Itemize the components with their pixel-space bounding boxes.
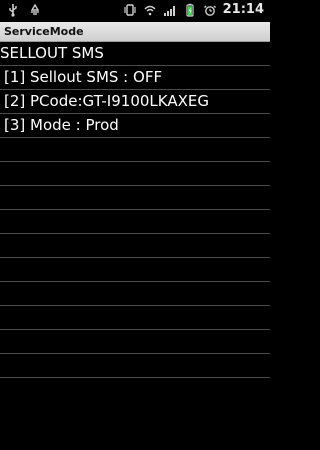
status-bar: 21:14 — [0, 0, 270, 22]
page-title: ServiceMode — [4, 25, 84, 38]
signal-icon — [163, 3, 177, 17]
list-item-text: [1] Sellout SMS : OFF — [4, 68, 163, 86]
status-time: 21:14 — [222, 2, 264, 17]
list-item-text: [3] Mode : Prod — [4, 116, 119, 134]
list-item — [0, 306, 270, 330]
list-item — [0, 234, 270, 258]
list-item — [0, 330, 270, 354]
vibrate-icon — [123, 3, 137, 17]
recycle-icon — [28, 3, 42, 17]
list-item — [0, 186, 270, 210]
alarm-icon — [203, 3, 217, 17]
list-item: SELLOUT SMS — [0, 42, 270, 66]
list-item — [0, 162, 270, 186]
list-item — [0, 138, 270, 162]
status-right-icons: 21:14 — [123, 2, 264, 18]
status-left-icons — [6, 3, 42, 17]
wifi-icon — [143, 3, 157, 17]
list-item-text: [2] PCode:GT-I9100LKAXEG — [4, 92, 209, 110]
list-item[interactable]: [1] Sellout SMS : OFF — [0, 66, 270, 90]
battery-icon — [183, 3, 197, 17]
list-item[interactable]: [3] Mode : Prod — [0, 114, 270, 138]
usb-icon — [6, 3, 20, 17]
list-item — [0, 258, 270, 282]
list-item — [0, 282, 270, 306]
list-item — [0, 354, 270, 378]
list-item — [0, 210, 270, 234]
service-mode-list: SELLOUT SMS [1] Sellout SMS : OFF [2] PC… — [0, 42, 270, 450]
list-item-text: SELLOUT SMS — [0, 44, 104, 62]
title-bar: ServiceMode — [0, 22, 270, 42]
list-item[interactable]: [2] PCode:GT-I9100LKAXEG — [0, 90, 270, 114]
